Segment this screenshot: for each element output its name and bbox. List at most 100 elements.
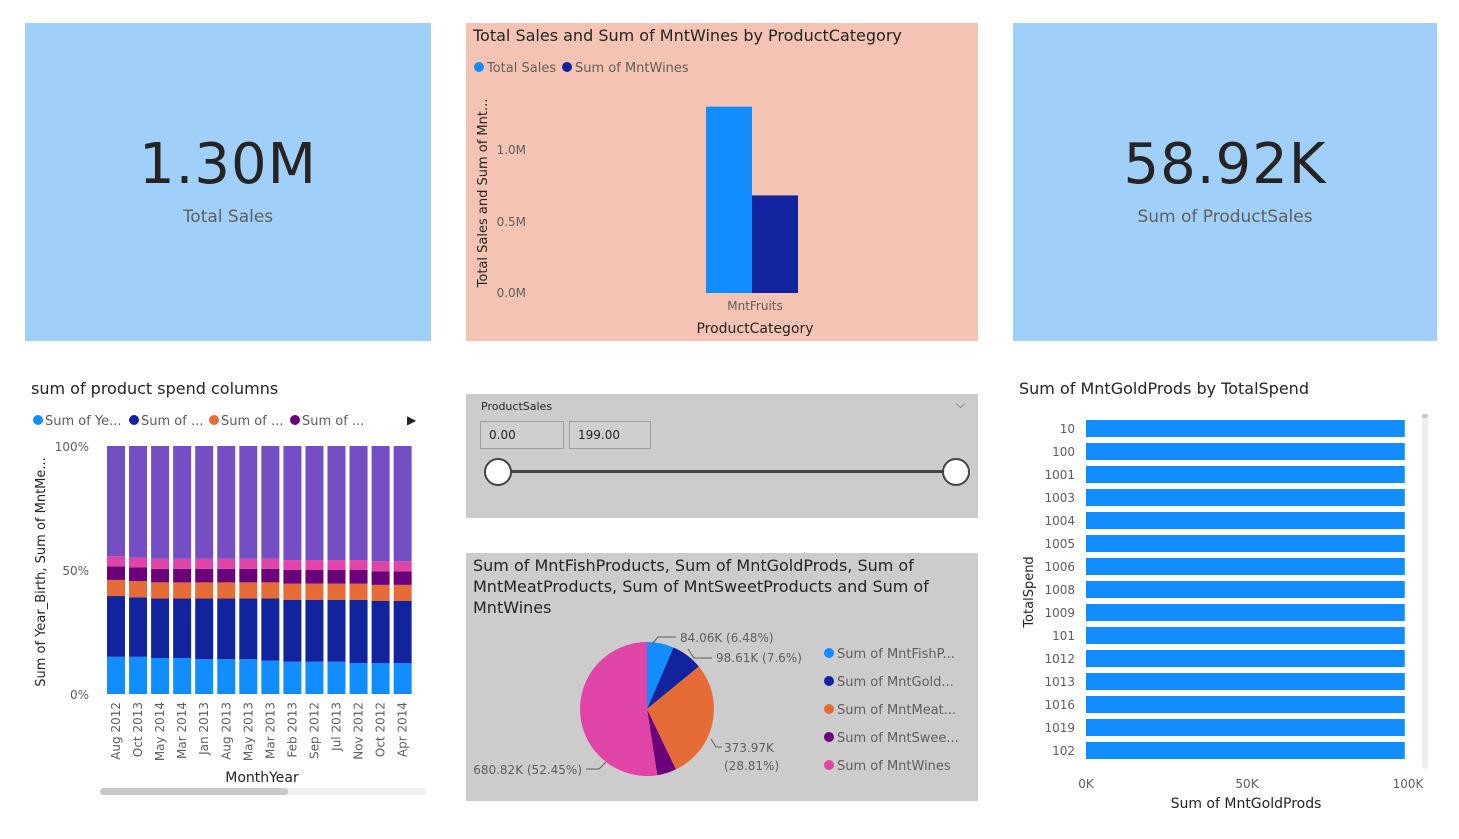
stack-segment[interactable] <box>283 583 302 600</box>
stack-segment[interactable] <box>283 446 302 561</box>
stack-segment[interactable] <box>327 446 346 561</box>
stack-segment[interactable] <box>305 446 324 561</box>
stack-segment[interactable] <box>305 583 324 600</box>
stack-segment[interactable] <box>393 601 412 663</box>
stack-segment[interactable] <box>217 568 236 583</box>
hbar[interactable] <box>1086 604 1405 621</box>
stack-segment[interactable] <box>327 560 346 570</box>
hbar[interactable] <box>1086 558 1405 575</box>
stack-segment[interactable] <box>349 599 368 663</box>
stack-segment[interactable] <box>195 446 214 559</box>
stack-segment[interactable] <box>107 656 125 694</box>
stack-segment[interactable] <box>349 583 368 600</box>
stack-segment[interactable] <box>349 560 368 570</box>
stack-segment[interactable] <box>173 568 192 583</box>
stack-segment[interactable] <box>261 660 280 694</box>
stack-segment[interactable] <box>107 446 125 557</box>
hbar[interactable] <box>1086 512 1405 529</box>
stack-segment[interactable] <box>173 582 192 599</box>
legend-item[interactable]: Sum of MntSwee... <box>837 731 959 746</box>
legend-total-sales[interactable]: Total Sales <box>486 61 556 76</box>
stack-segment[interactable] <box>195 558 214 569</box>
slider-handle-max[interactable] <box>942 458 970 486</box>
legend-item[interactable]: Sum of MntFishP... <box>837 647 955 662</box>
product-sales-slicer[interactable]: ProductSales ⌵ 0.00 199.00 <box>466 394 978 518</box>
stack-segment[interactable] <box>371 663 390 694</box>
chevron-down-icon[interactable]: ⌵ <box>956 397 965 412</box>
stack-segment[interactable] <box>349 570 368 584</box>
stack-segment[interactable] <box>283 599 302 662</box>
stack-segment[interactable] <box>239 582 258 599</box>
stack-segment[interactable] <box>239 568 258 583</box>
stack-segment[interactable] <box>327 570 346 584</box>
stack-segment[interactable] <box>327 599 346 662</box>
slicer-min-input[interactable]: 0.00 <box>480 421 564 449</box>
stack-segment[interactable] <box>151 582 170 599</box>
legend-item[interactable]: Sum of ... <box>302 414 364 429</box>
stack-segment[interactable] <box>151 446 170 559</box>
hbar[interactable] <box>1086 581 1405 598</box>
vertical-scrollbar-thumb[interactable] <box>1422 414 1428 418</box>
stack-segment[interactable] <box>107 556 125 567</box>
stack-segment[interactable] <box>239 558 258 569</box>
stack-segment[interactable] <box>173 446 192 559</box>
stack-segment[interactable] <box>129 557 148 568</box>
slider-track[interactable] <box>498 470 955 473</box>
hbar[interactable] <box>1086 742 1405 759</box>
stack-segment[interactable] <box>261 598 280 661</box>
stack-segment[interactable] <box>173 558 192 569</box>
hbar[interactable] <box>1086 489 1405 506</box>
stack-segment[interactable] <box>371 601 390 663</box>
horizontal-scrollbar-thumb[interactable] <box>100 788 288 795</box>
stack-segment[interactable] <box>151 568 170 583</box>
stack-segment[interactable] <box>129 567 148 582</box>
pie-chart[interactable]: Sum of MntFishProducts, Sum of MntGoldPr… <box>466 553 978 801</box>
stack-segment[interactable] <box>239 446 258 559</box>
legend-item[interactable]: Sum of MntMeat... <box>837 703 956 718</box>
slider-handle-min[interactable] <box>484 458 512 486</box>
stack-segment[interactable] <box>151 658 170 694</box>
stack-segment[interactable] <box>371 446 390 562</box>
stack-segment[interactable] <box>129 581 148 598</box>
bar-wines[interactable] <box>752 195 798 293</box>
stack-segment[interactable] <box>217 582 236 599</box>
hbar[interactable] <box>1086 696 1405 713</box>
stack-segment[interactable] <box>349 663 368 694</box>
stack-segment[interactable] <box>393 561 412 572</box>
legend-item[interactable]: Sum of Ye... <box>45 414 122 429</box>
legend-item[interactable]: Sum of MntWines <box>837 759 951 774</box>
category-bar-chart[interactable]: Total Sales and Sum of MntWines by Produ… <box>466 23 978 341</box>
stack-segment[interactable] <box>195 598 214 660</box>
stack-segment[interactable] <box>151 558 170 569</box>
stack-segment[interactable] <box>305 599 324 662</box>
legend-wines[interactable]: Sum of MntWines <box>575 61 689 76</box>
stack-segment[interactable] <box>371 561 390 572</box>
stack-segment[interactable] <box>239 598 258 660</box>
legend-item[interactable]: Sum of ... <box>141 414 203 429</box>
stack-segment[interactable] <box>393 446 412 562</box>
vertical-scrollbar-track[interactable] <box>1422 414 1428 769</box>
stack-segment[interactable] <box>129 446 148 558</box>
stack-segment[interactable] <box>283 570 302 584</box>
stack-segment[interactable] <box>393 663 412 694</box>
stack-segment[interactable] <box>107 596 125 657</box>
stack-segment[interactable] <box>217 598 236 660</box>
stack-segment[interactable] <box>107 566 125 580</box>
legend-item[interactable]: Sum of ... <box>221 414 283 429</box>
stack-segment[interactable] <box>195 582 214 599</box>
hbar[interactable] <box>1086 627 1405 644</box>
stack-segment[interactable] <box>393 584 412 601</box>
stack-segment[interactable] <box>283 560 302 570</box>
stack-segment[interactable] <box>349 446 368 561</box>
stack-segment[interactable] <box>217 558 236 569</box>
hbar[interactable] <box>1086 443 1405 460</box>
hbar[interactable] <box>1086 673 1405 690</box>
stack-segment[interactable] <box>305 570 324 584</box>
stack-segment[interactable] <box>107 579 125 597</box>
stack-segment[interactable] <box>305 560 324 570</box>
hbar[interactable] <box>1086 420 1405 437</box>
hbar[interactable] <box>1086 535 1405 552</box>
stack-segment[interactable] <box>261 446 280 559</box>
stack-segment[interactable] <box>327 583 346 600</box>
stack-segment[interactable] <box>217 659 236 694</box>
